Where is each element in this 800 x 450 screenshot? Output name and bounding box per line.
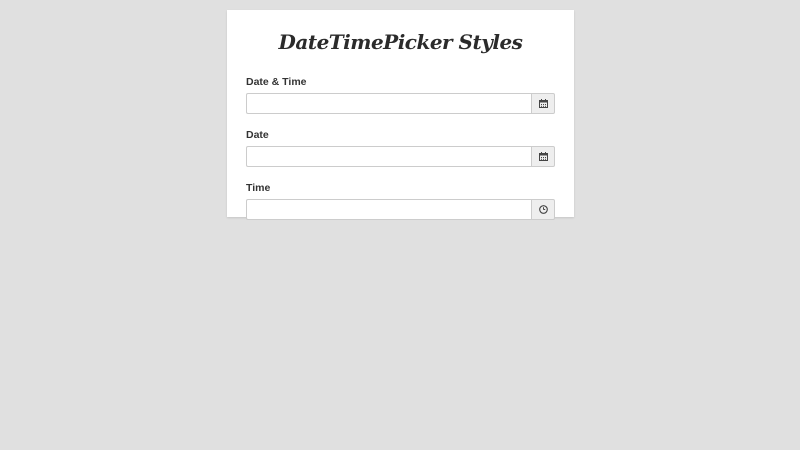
date-input-group	[246, 146, 555, 167]
page-title: DateTimePicker Styles	[278, 30, 523, 54]
clock-icon	[538, 205, 548, 214]
date-picker-button[interactable]	[531, 146, 555, 167]
datetime-picker-button[interactable]	[531, 93, 555, 114]
datetimepicker-card: DateTimePicker Styles Date & Time Date T…	[227, 10, 574, 220]
date-field-group: Date	[246, 129, 555, 167]
datetime-input[interactable]	[246, 93, 531, 114]
time-input-group	[246, 199, 555, 220]
date-label: Date	[246, 129, 269, 141]
calendar-icon	[538, 152, 548, 161]
time-picker-button[interactable]	[531, 199, 555, 220]
date-input[interactable]	[246, 146, 531, 167]
datetime-field-group: Date & Time	[246, 76, 555, 114]
datetime-input-group	[246, 93, 555, 114]
calendar-icon	[538, 99, 548, 108]
time-field-group: Time	[246, 182, 555, 220]
time-input[interactable]	[246, 199, 531, 220]
time-label: Time	[246, 182, 271, 194]
datetime-label: Date & Time	[246, 76, 307, 88]
